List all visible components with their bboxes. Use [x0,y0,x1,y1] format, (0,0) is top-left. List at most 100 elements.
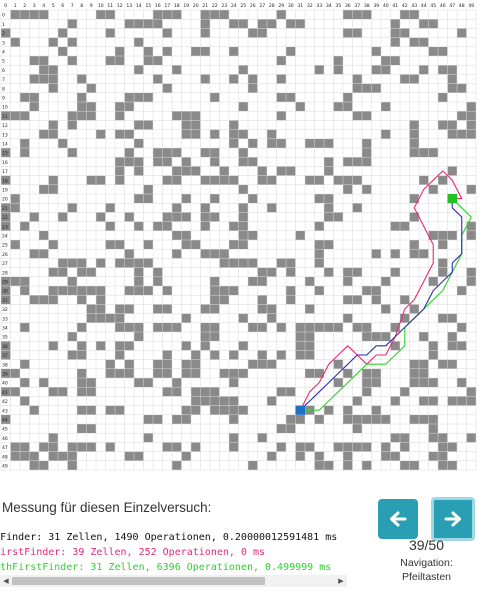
wall-cell [324,157,334,167]
column-label: 15 [145,3,151,9]
wall-cell [96,341,106,351]
column-label: 38 [364,3,370,9]
wall-cell [10,387,20,397]
column-label: 49 [468,3,474,9]
wall-cell [286,46,296,56]
wall-cell [457,378,467,388]
wall-cell [162,221,172,231]
column-label: 8 [80,3,83,9]
wall-cell [181,368,191,378]
wall-cell [191,240,201,250]
wall-cell [229,442,239,452]
wall-cell [352,157,362,167]
wall-cell [191,396,201,406]
wall-cell [286,286,296,296]
wall-cell [86,387,96,397]
wall-cell [39,129,49,139]
wall-cell [419,359,429,369]
wall-cell [115,166,125,176]
wall-cell [134,451,144,461]
wall-cell [210,332,220,342]
wall-cell [314,175,324,185]
wall-cell [115,258,125,268]
wall-cell [409,378,419,388]
wall-cell [362,322,372,332]
wall-cell [267,138,277,148]
wall-cell [105,56,115,66]
wall-cell [162,286,172,296]
wall-cell [219,286,229,296]
wall-cell [457,396,467,406]
wall-cell [67,451,77,461]
row-label: 19 [2,188,8,194]
wall-cell [447,65,457,75]
wall-cell [134,322,144,332]
wall-cell [210,350,220,360]
column-label: 6 [61,3,64,9]
wall-cell [86,175,96,185]
wall-cell [238,368,248,378]
wall-cell [172,230,182,240]
wall-cell [67,276,77,286]
wall-cell [267,304,277,314]
wall-cell [371,286,381,296]
wall-cell [362,10,372,20]
wall-cell [115,111,125,121]
row-label: 15 [2,151,8,157]
row-label: 36 [2,344,8,350]
wall-cell [86,83,96,93]
wall-cell [77,92,87,102]
wall-cell [286,19,296,29]
wall-cell [191,46,201,56]
column-label: 30 [288,3,294,9]
wall-cell [409,74,419,84]
prev-button[interactable] [378,499,418,539]
wall-cell [77,102,87,112]
wall-cell [77,295,87,305]
wall-cell [466,276,476,286]
wall-cell [352,28,362,38]
wall-cell [324,322,334,332]
wall-cell [48,442,58,452]
scroll-right-icon[interactable]: ▶ [335,575,347,587]
wall-cell [39,10,49,20]
wall-cell [438,313,448,323]
wall-cell [352,83,362,93]
wall-cell [343,102,353,112]
wall-cell [124,249,134,259]
row-label: 46 [2,436,8,442]
column-label: 21 [202,3,208,9]
wall-cell [67,442,77,452]
wall-cell [295,414,305,424]
wall-cell [29,10,39,20]
wall-cell [409,148,419,158]
wall-cell [77,322,87,332]
wall-cell [219,249,229,259]
wall-cell [257,304,267,314]
wall-cell [210,129,220,139]
wall-cell [210,295,220,305]
column-label: 34 [326,3,332,9]
wall-cell [181,194,191,204]
row-label: 16 [2,160,8,166]
wall-cell [20,111,30,121]
next-button[interactable] [431,497,475,541]
wall-cell [438,92,448,102]
wall-cell [466,184,476,194]
wall-cell [39,378,49,388]
scrollbar-thumb[interactable] [12,577,265,585]
wall-cell [200,396,210,406]
wall-cell [276,424,286,434]
wall-cell [238,65,248,75]
wall-cell [219,166,229,176]
wall-cell [29,460,39,470]
horizontal-scrollbar[interactable]: ◀ ▶ [0,575,347,587]
scroll-left-icon[interactable]: ◀ [0,575,12,587]
wall-cell [162,148,172,158]
wall-cell [162,350,172,360]
wall-cell [124,286,134,296]
wall-cell [77,405,87,415]
wall-cell [96,175,106,185]
wall-cell [409,460,419,470]
wall-cell [115,129,125,139]
